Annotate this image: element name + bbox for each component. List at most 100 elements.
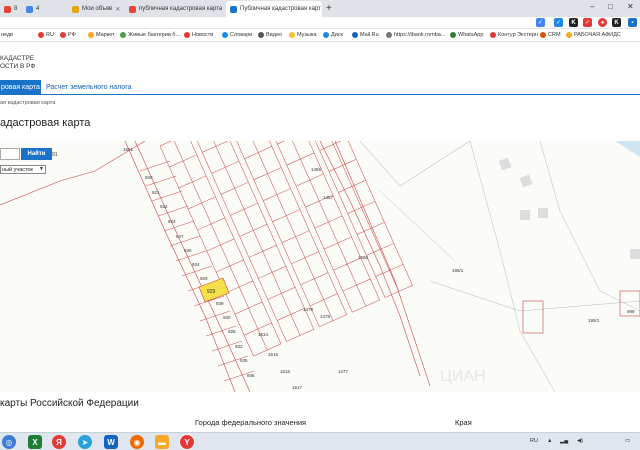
parcel-boundary (124, 141, 236, 392)
extension-icon[interactable]: K (569, 18, 578, 27)
parcel-labels: 1591 920 921 922 923 927 925 924 929 939… (123, 147, 635, 390)
bookmark[interactable]: Контур Экстерн (490, 32, 538, 38)
bookmark[interactable]: WhatsApp (450, 32, 483, 38)
road-line (469, 141, 556, 392)
parcel-label: 1479 (303, 307, 314, 312)
search-input[interactable] (0, 148, 20, 160)
bookmark[interactable]: Словари (222, 32, 252, 38)
minimize-button[interactable]: – (590, 2, 594, 11)
parcel-label: 939 (216, 301, 224, 306)
globe-icon (386, 32, 392, 38)
yandex-icon (129, 5, 136, 13)
up-arrow-icon[interactable]: ▲ (547, 438, 552, 444)
news-icon (184, 32, 190, 38)
parcel-label: 924 (192, 262, 200, 267)
parcel-label: 1478 (320, 314, 331, 319)
yandex-active-icon[interactable]: Y (180, 435, 194, 449)
bookmark[interactable]: РАБОЧАЯ АФИДС (566, 32, 621, 38)
parcel-label: 195/1 (452, 268, 464, 273)
start-icon[interactable]: ◎ (2, 435, 16, 449)
address-bar-row: ✓ ✓ K ✓ ● K ▪ (0, 17, 640, 29)
parcel-label: 999 (627, 309, 635, 314)
parcel-label: 925 (184, 248, 192, 253)
map-canvas[interactable]: 929 1591 920 921 922 923 927 925 924 929… (0, 141, 640, 392)
dictionary-icon (222, 32, 228, 38)
yandex-browser-icon[interactable]: Я (52, 435, 66, 449)
bookmark[interactable]: Музыка (289, 32, 316, 38)
tab-land-tax[interactable]: Расчет земельного налога (46, 80, 132, 94)
nav-divider (0, 94, 640, 95)
new-tab-button[interactable]: + (326, 3, 332, 14)
bookmark-icon (38, 32, 44, 38)
bookmark[interactable]: https://ibank.rnmba... (386, 32, 445, 38)
building (538, 208, 548, 218)
bookmark[interactable]: RU (38, 32, 54, 38)
browser-tab[interactable]: Мои объяв ✕ (68, 1, 124, 17)
browser-tab[interactable]: публичная кадастровая карта ✕ (125, 1, 225, 17)
bookmark[interactable]: CRM (540, 32, 561, 38)
bookmark[interactable]: Новости (184, 32, 213, 38)
tab-cadastral-map[interactable]: ровая карта (0, 80, 41, 94)
firefox-icon[interactable]: ◉ (130, 435, 144, 449)
road-line (359, 141, 471, 187)
parcel-label: 1456 (311, 167, 322, 172)
bookmark[interactable]: недв (1, 32, 13, 38)
page-title: адастровая карта (0, 117, 91, 129)
extension-icon[interactable]: ✓ (536, 18, 545, 27)
parcel-label: 1566 (358, 255, 369, 260)
road-line (539, 141, 640, 312)
bookmark[interactable]: Mail.Ru (352, 32, 379, 38)
close-tab-icon[interactable]: ✕ (115, 6, 120, 13)
browser-tab[interactable]: 4 (22, 1, 42, 17)
bookmark[interactable]: РФ (60, 32, 76, 38)
telegram-icon[interactable]: ➤ (78, 435, 92, 449)
bookmark[interactable]: Видео (258, 32, 282, 38)
word-icon[interactable]: W (104, 435, 118, 449)
building (630, 249, 640, 259)
disk-icon (323, 32, 329, 38)
extension-icon[interactable]: ● (598, 18, 607, 27)
music-icon (289, 32, 295, 38)
extension-icon[interactable]: ✓ (554, 18, 563, 27)
excel-icon[interactable]: X (28, 435, 42, 449)
zoom-label: 91 (52, 152, 58, 158)
maximize-button[interactable]: □ (608, 2, 613, 11)
folder-icon (566, 32, 572, 38)
parcel-number-label: 929 (207, 289, 216, 295)
building (498, 157, 512, 171)
layer-select[interactable]: ный участок ▼ (0, 165, 46, 174)
parcel-label: 195/1 (588, 318, 600, 323)
folder-icon[interactable]: ▬ (155, 435, 169, 449)
extension-icon[interactable]: ▪ (628, 18, 637, 27)
parcel-label: 1477 (338, 369, 349, 374)
browser-tab[interactable]: 8 (0, 1, 20, 17)
watermark: ЦИАН (440, 368, 486, 385)
parcel-label: 927 (176, 234, 184, 239)
browser-tab-active[interactable]: Публичная кадастровая карт ✕ (226, 1, 322, 17)
network-icon[interactable]: ▂▄ (560, 438, 568, 444)
market-icon (88, 32, 94, 38)
road-line (379, 190, 456, 262)
close-window-button[interactable]: ✕ (627, 2, 634, 11)
regions-heading[interactable]: Края (455, 418, 472, 427)
parcel-label: 1457 (323, 195, 334, 200)
volume-icon[interactable]: ◀) (577, 438, 583, 444)
language-indicator[interactable]: RU (530, 438, 538, 444)
site-icon (26, 5, 33, 13)
extension-icon[interactable]: ✓ (583, 18, 592, 27)
breadcrumb[interactable]: ая кадастровая карта (0, 100, 55, 106)
bookmark[interactable]: Диск (323, 32, 343, 38)
bookmark-icon (120, 32, 126, 38)
extension-icon[interactable]: K (612, 18, 621, 27)
cadastral-map[interactable]: 929 1591 920 921 922 923 927 925 924 929… (0, 141, 640, 392)
federal-cities-heading[interactable]: Города федерального значения (195, 418, 306, 427)
mail-icon (4, 5, 11, 13)
notification-icon[interactable]: ▭ (625, 438, 630, 444)
bookmark[interactable]: Маркет (88, 32, 115, 38)
section-title: карты Российской Федерации (0, 398, 139, 409)
building (520, 210, 530, 220)
bookmark[interactable]: Живые бактерии б... (120, 32, 180, 38)
bookmark-icon (490, 32, 496, 38)
globe-icon (230, 5, 237, 13)
search-button[interactable]: Найти (21, 148, 52, 160)
